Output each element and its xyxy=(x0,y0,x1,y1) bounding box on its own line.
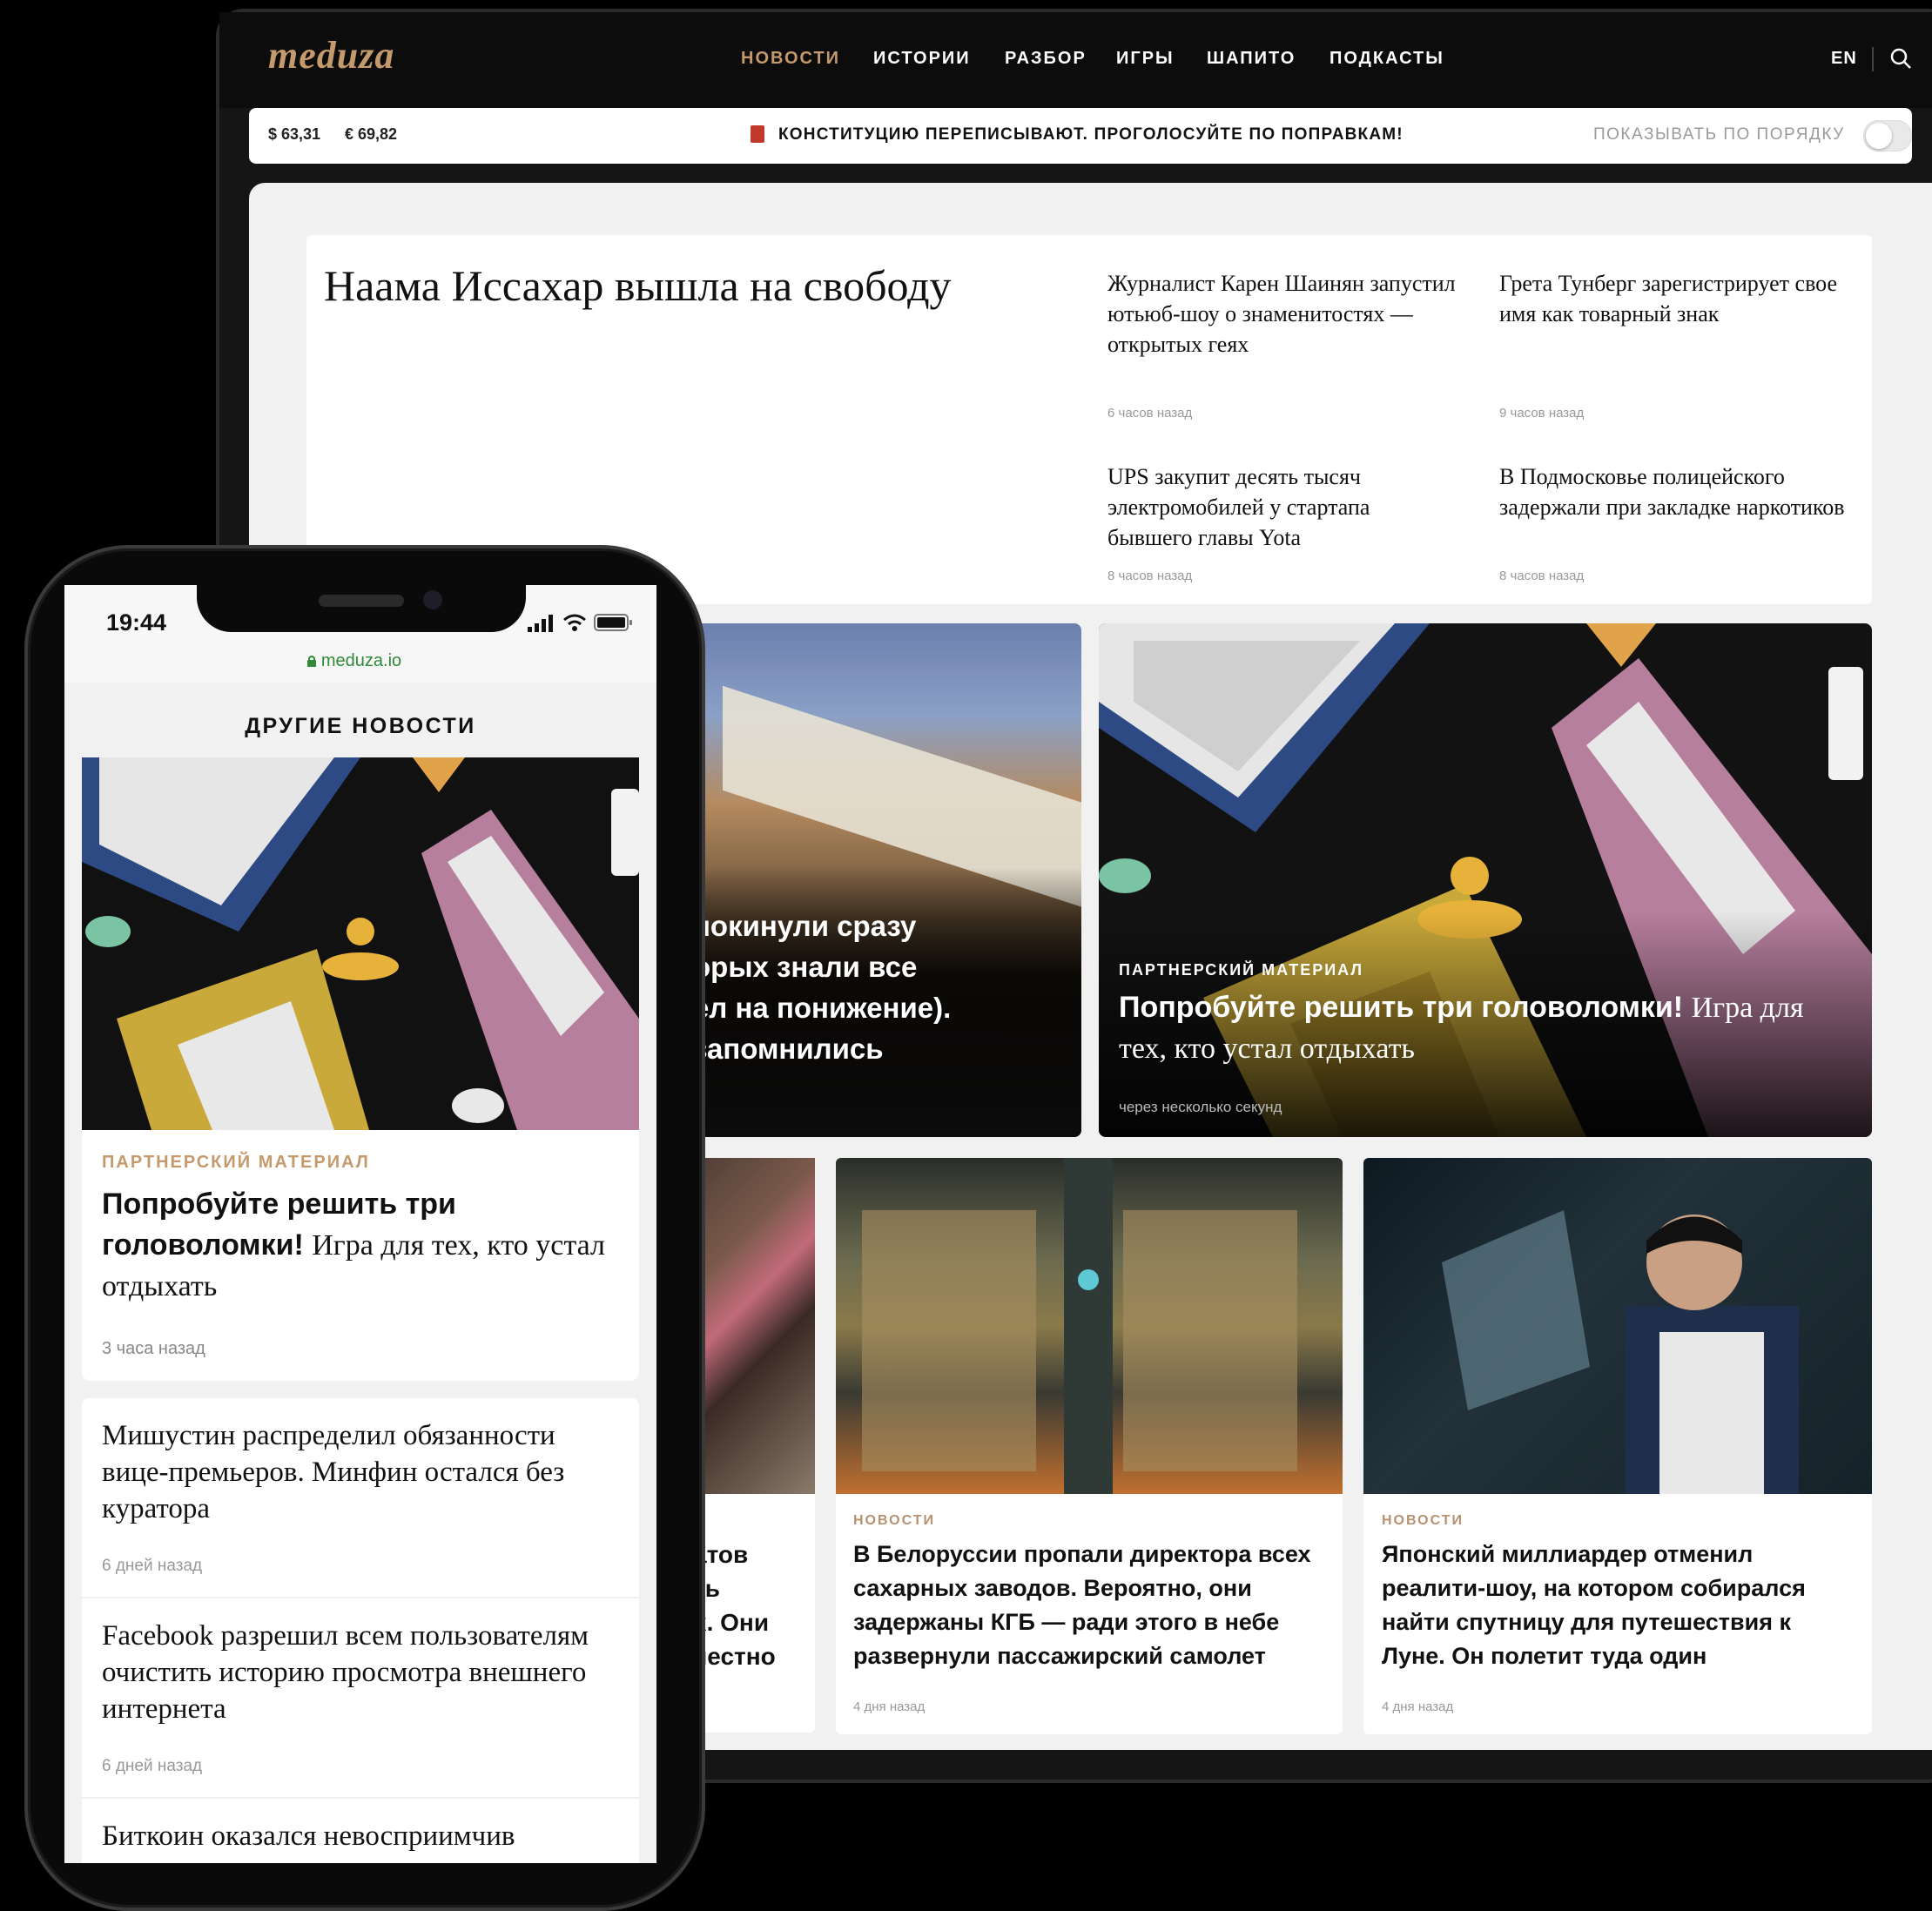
list-item-time: 6 дней назад xyxy=(102,1757,203,1775)
run-news-line: ть xyxy=(693,1575,720,1602)
news-card-time: 4 дня назад xyxy=(1382,1699,1454,1714)
main-headline[interactable]: Наама Иссахар вышла на свободу xyxy=(324,261,1020,312)
currency-usd: $ 63,31 xyxy=(268,125,321,143)
section-title: ДРУГИЕ НОВОСТИ xyxy=(245,714,476,738)
side-news-time: 9 часов назад xyxy=(1499,406,1585,421)
list-item-title: Facebook разрешил всем пользователям очи… xyxy=(102,1620,589,1725)
side-news-time: 6 часов назад xyxy=(1107,406,1193,421)
list-item-title: Мишустин распределил обязанности вице-пр… xyxy=(102,1420,565,1524)
phone-card-title: Попробуйте решить три головоломки! Игра … xyxy=(102,1184,624,1307)
phone-camera xyxy=(423,590,442,609)
language-switch[interactable]: EN xyxy=(1831,49,1857,69)
side-news-title[interactable]: В Подмосковье полицейского задержали при… xyxy=(1499,461,1848,522)
news-card-category: НОВОСТИ xyxy=(1382,1513,1464,1528)
phone-notch xyxy=(197,582,526,632)
phone-speaker xyxy=(319,595,404,607)
news-card-category: НОВОСТИ xyxy=(853,1513,936,1528)
side-news-title[interactable]: UPS закупит десять тысяч электромобилей … xyxy=(1107,461,1456,553)
side-news-title[interactable]: Журналист Карен Шаинян запустил ютьюб-шо… xyxy=(1107,268,1456,360)
news-card-title: Японский миллиардер отменил реалити-шоу,… xyxy=(1382,1541,1806,1669)
gov-news-line: орых знали все xyxy=(693,951,918,983)
nav-item-analysis[interactable]: РАЗБОР xyxy=(1005,49,1087,69)
puzzle-title-bold: Попробуйте решить три головоломки! xyxy=(1119,991,1684,1024)
nav-item-stories[interactable]: ИСТОРИИ xyxy=(873,49,971,69)
currency-eur: € 69,82 xyxy=(345,125,398,143)
order-toggle-label: ПОКАЗЫВАТЬ ПО ПОРЯДКУ xyxy=(1593,125,1845,144)
promo-link[interactable]: КОНСТИТУЦИЮ ПЕРЕПИСЫВАЮТ. ПРОГОЛОСУЙТЕ П… xyxy=(778,125,1404,145)
nav-item-games[interactable]: ИГРЫ xyxy=(1116,49,1175,69)
phone-card-time: 3 часа назад xyxy=(102,1339,205,1358)
phone-card-category: ПАРТНЕРСКИЙ МАТЕРИАЛ xyxy=(102,1153,370,1172)
side-news-time: 8 часов назад xyxy=(1107,569,1193,583)
nav-item-shapito[interactable]: ШАПИТО xyxy=(1207,49,1296,69)
phone-promo-image xyxy=(82,757,639,1130)
book-icon xyxy=(751,125,764,143)
gov-news-line: запомнились xyxy=(693,1033,884,1065)
address-bar[interactable]: meduza.io xyxy=(0,651,723,671)
puzzle-time: через несколько секунд xyxy=(1119,1099,1282,1115)
nav-item-podcasts[interactable]: ПОДКАСТЫ xyxy=(1330,49,1444,69)
run-news-line: х. Они xyxy=(693,1609,770,1636)
list-item-time: 6 дней назад xyxy=(102,1557,203,1575)
gov-news-line: ел на понижение). xyxy=(693,992,952,1024)
run-news-line: честно xyxy=(693,1643,776,1670)
search-icon[interactable] xyxy=(1889,47,1912,70)
list-item-title: Биткоин оказался невосприимчив xyxy=(102,1820,515,1852)
news-card-image xyxy=(1363,1158,1872,1494)
site-logo[interactable]: meduza xyxy=(268,33,394,77)
nav-divider xyxy=(1872,47,1874,71)
signal-icon xyxy=(528,615,553,632)
gov-news-title: покинули сразу орых знали все ел на пони… xyxy=(693,905,1076,1069)
news-card-image xyxy=(836,1158,1343,1494)
news-card-title: В Белоруссии пропали директора всех саха… xyxy=(853,1541,1311,1669)
puzzle-title: Попробуйте решить три головоломки! Игра … xyxy=(1119,987,1850,1069)
run-news-line: атов xyxy=(693,1541,749,1568)
side-news-time: 8 часов назад xyxy=(1499,569,1585,583)
news-card-time: 4 дня назад xyxy=(853,1699,926,1714)
battery-icon xyxy=(594,614,632,631)
status-time: 19:44 xyxy=(106,609,167,636)
order-toggle[interactable] xyxy=(1863,120,1912,151)
puzzle-category: ПАРТНЕРСКИЙ МАТЕРИАЛ xyxy=(1119,961,1364,979)
nav-item-news[interactable]: НОВОСТИ xyxy=(741,49,840,69)
run-news-title: атов ть х. Они честно xyxy=(693,1538,776,1673)
side-news-title[interactable]: Грета Тунберг зарегистрирует свое имя ка… xyxy=(1499,268,1848,329)
gov-news-line: покинули сразу xyxy=(693,910,917,942)
wifi-icon xyxy=(563,614,586,631)
